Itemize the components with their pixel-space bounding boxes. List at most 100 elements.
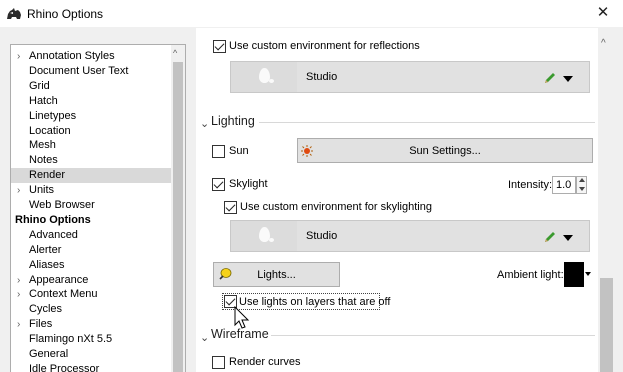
environment-thumbnail [231, 221, 297, 251]
sun-label: Sun [229, 145, 249, 157]
sun-checkbox[interactable] [212, 145, 225, 158]
intensity-input[interactable]: 1.0 [552, 176, 576, 194]
tree-item-label: Alerter [29, 243, 62, 256]
scroll-up-icon[interactable]: ^ [601, 38, 606, 49]
tree-item-label: Location [29, 124, 71, 137]
tree-item-label: Units [29, 184, 55, 197]
lights-button-label: Lights... [257, 269, 296, 281]
edit-pencil-icon[interactable] [543, 71, 557, 85]
expand-arrow-icon[interactable]: › [17, 287, 20, 302]
tree-item-label: Cycles [29, 303, 63, 316]
lighting-section-header[interactable]: Lighting [211, 114, 255, 128]
tree-item-label: Advanced [29, 228, 78, 241]
reflection-env-selector[interactable]: Studio [230, 61, 590, 93]
lights-button[interactable]: Lights... [213, 262, 340, 287]
tree-item-label: Annotation Styles [29, 50, 115, 62]
skylight-label: Skylight [229, 178, 268, 190]
section-divider [259, 122, 595, 123]
tree-item-label: Web Browser [29, 199, 95, 211]
tree-item[interactable]: Rhino Options [11, 213, 173, 228]
tree-item[interactable]: Web Browser [11, 198, 173, 213]
tree-scroll-thumb[interactable] [173, 62, 183, 372]
rhino-app-icon [6, 6, 22, 22]
tree-item-label: Linetypes [29, 109, 77, 122]
ambient-color-swatch[interactable] [564, 262, 584, 287]
reflection-env-checkbox[interactable] [213, 40, 226, 53]
collapse-chevron-icon[interactable]: ⌄ [200, 117, 209, 130]
skylight-checkbox[interactable] [212, 178, 225, 191]
edit-pencil-icon[interactable] [543, 230, 557, 244]
options-tree[interactable]: Idle Processor General Flamingo nXt 5.5 › Fi… [10, 44, 186, 372]
tree-item[interactable]: Idle Processor [11, 362, 173, 372]
sun-settings-label: Sun Settings... [409, 145, 481, 157]
scroll-up-icon[interactable]: ^ [173, 48, 177, 58]
tree-item[interactable]: › Annotation Styles [11, 49, 173, 64]
expand-arrow-icon[interactable]: › [17, 317, 20, 332]
render-curves-label: Render curves [229, 356, 301, 368]
tree-item[interactable]: Mesh [11, 138, 173, 153]
settings-panel: Use custom environment for reflections S… [196, 28, 600, 372]
skylight-env-selector[interactable]: Studio [230, 220, 590, 252]
intensity-label: Intensity: [508, 179, 553, 191]
skylight-env-checkbox[interactable] [224, 201, 237, 214]
sun-settings-button[interactable]: Sun Settings... [297, 138, 593, 163]
skylight-env-name: Studio [306, 230, 338, 242]
environment-thumbnail [231, 62, 297, 92]
ambient-dropdown-caret-icon[interactable] [585, 272, 591, 276]
spin-down-icon[interactable] [579, 187, 585, 191]
reflection-env-label: Use custom environment for reflections [229, 40, 420, 52]
tree-item[interactable]: › Appearance [11, 273, 173, 288]
tree-item[interactable]: Hatch [11, 94, 173, 109]
window-title: Rhino Options [27, 7, 104, 21]
lights-off-layers-label: Use lights on layers that are off [239, 296, 391, 308]
collapse-chevron-icon[interactable]: ⌄ [200, 331, 209, 344]
tree-item[interactable]: › Units [11, 183, 173, 198]
tree-item[interactable]: Location [11, 124, 173, 139]
reflection-env-name: Studio [306, 71, 338, 83]
tree-item[interactable]: Alerter [11, 243, 173, 258]
spin-up-icon[interactable] [579, 178, 585, 182]
tree-item[interactable]: Advanced [11, 228, 173, 243]
tree-item[interactable]: General [11, 347, 173, 362]
tree-item-label: Mesh [29, 139, 56, 152]
tree-item-label: Notes [29, 154, 58, 167]
panel-scroll-thumb[interactable] [600, 278, 613, 372]
tree-item[interactable]: Render [11, 168, 173, 184]
tree-item[interactable]: Notes [11, 153, 173, 168]
render-curves-checkbox[interactable] [212, 356, 225, 369]
tree-item[interactable]: Flamingo nXt 5.5 [11, 332, 173, 347]
tree-item[interactable]: Linetypes [11, 109, 173, 124]
tree-item[interactable]: › Files [11, 317, 173, 332]
skylight-env-label: Use custom environment for skylighting [240, 201, 432, 213]
tree-item-label: Context Menu [29, 288, 98, 301]
dropdown-caret-icon[interactable] [563, 76, 573, 82]
tree-item-label: Idle Processor [29, 362, 100, 372]
expand-arrow-icon[interactable]: › [17, 273, 20, 288]
expand-arrow-icon[interactable]: › [17, 49, 20, 64]
close-icon[interactable]: ✕ [583, 0, 623, 28]
tree-item[interactable]: › Context Menu [11, 287, 173, 302]
section-divider [271, 335, 595, 336]
tree-item-label: Flamingo nXt 5.5 [29, 333, 113, 346]
tree-item-label: Document User Text [29, 64, 129, 77]
tree-item-label: Aliases [29, 258, 65, 271]
tree-item[interactable]: Grid [11, 79, 173, 94]
tree-item-label: Render [29, 169, 66, 182]
tree-item-label: Rhino Options [15, 213, 91, 226]
tree-item[interactable]: Document User Text [11, 64, 173, 79]
tree-item-label: Hatch [29, 94, 58, 107]
tree-item-label: General [29, 348, 69, 360]
ambient-light-label: Ambient light: [497, 269, 564, 281]
wireframe-section-header[interactable]: Wireframe [211, 327, 269, 341]
dropdown-caret-icon[interactable] [563, 235, 573, 241]
title-bar: Rhino Options ✕ [0, 0, 623, 28]
tree-item-label: Grid [29, 79, 50, 92]
tree-item[interactable]: Aliases [11, 258, 173, 273]
tree-scrollbar[interactable]: ^ [171, 45, 185, 372]
tree-item[interactable]: Cycles [11, 302, 173, 317]
expand-arrow-icon[interactable]: › [17, 183, 20, 198]
panel-scrollbar[interactable]: ^ [598, 28, 615, 372]
intensity-spinner[interactable] [576, 176, 587, 194]
tree-item-label: Files [29, 318, 53, 331]
tree-item-label: Appearance [29, 273, 89, 286]
